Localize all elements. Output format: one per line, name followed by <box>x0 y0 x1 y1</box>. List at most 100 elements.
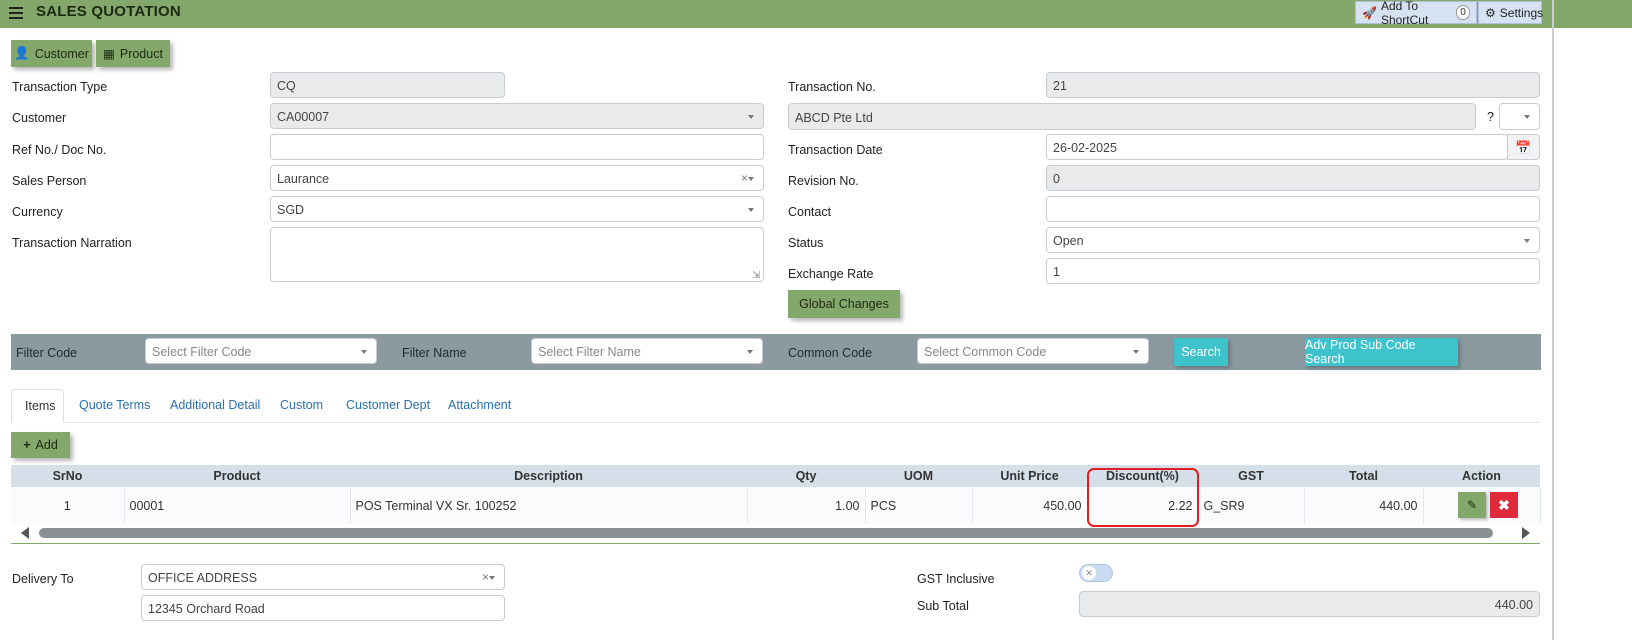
section-divider <box>11 543 1540 544</box>
search-button[interactable]: Search <box>1174 338 1228 366</box>
col-product[interactable]: Product <box>124 465 350 487</box>
tab-additional-detail[interactable]: Additional Detail <box>170 398 260 412</box>
customer-button[interactable]: 👤 Customer <box>11 40 92 67</box>
table-header-row: SrNo Product Description Qty UOM Unit Pr… <box>11 465 1540 487</box>
delete-icon[interactable]: ✖ <box>1490 492 1518 518</box>
page-title: SALES QUOTATION <box>36 3 181 20</box>
tab-items[interactable]: Items <box>11 389 64 423</box>
delivery-to-value: OFFICE ADDRESS <box>148 571 258 585</box>
customer-extra-select[interactable] <box>1499 103 1540 130</box>
filter-name-label: Filter Name <box>402 346 467 360</box>
sales-person-select[interactable]: Laurance × <box>270 165 764 191</box>
user-icon: 👤 <box>14 46 30 60</box>
transaction-date-input[interactable]: 26-02-2025 <box>1046 134 1508 160</box>
exchange-rate-input[interactable]: 1 <box>1046 258 1540 284</box>
col-description[interactable]: Description <box>350 465 747 487</box>
tabs-divider <box>11 422 1540 423</box>
add-to-shortcut-label: Add To ShortCut <box>1380 0 1429 27</box>
revision-no-field: 0 <box>1046 165 1540 191</box>
clear-icon[interactable]: × <box>482 570 489 584</box>
chevron-down-icon <box>748 177 754 181</box>
global-changes-button[interactable]: Global Changes <box>788 290 900 318</box>
filter-code-select[interactable]: Select Filter Code <box>145 338 377 364</box>
tab-attachment[interactable]: Attachment <box>448 398 511 412</box>
filter-name-select[interactable]: Select Filter Name <box>531 338 763 364</box>
exchange-rate-label: Exchange Rate <box>788 267 874 281</box>
hamburger-menu-icon[interactable] <box>9 5 23 19</box>
col-uom[interactable]: UOM <box>865 465 972 487</box>
col-qty[interactable]: Qty <box>747 465 865 487</box>
sub-total-field: 440.00 <box>1079 591 1540 617</box>
delivery-address-field[interactable]: 12345 Orchard Road <box>141 595 505 621</box>
currency-select[interactable]: SGD <box>270 196 764 222</box>
horizontal-scrollbar[interactable] <box>39 528 1493 538</box>
currency-value: SGD <box>277 203 305 217</box>
scroll-left-arrow-icon[interactable] <box>21 527 29 539</box>
add-to-shortcut-button[interactable]: 🚀 Add To ShortCut 0 <box>1355 0 1477 27</box>
discount-highlight-box <box>1087 468 1199 527</box>
tab-items-label: Items <box>25 399 56 413</box>
plus-icon: + <box>23 438 31 452</box>
calendar-icon[interactable]: 📅 <box>1507 134 1540 160</box>
customer-select-value: CA00007 <box>277 110 330 124</box>
col-gst[interactable]: GST <box>1198 465 1304 487</box>
settings-button[interactable]: ⚙ Settings <box>1478 1 1543 24</box>
scroll-right-arrow-icon[interactable] <box>1522 527 1530 539</box>
product-button-label: Product <box>119 46 163 61</box>
items-table: SrNo Product Description Qty UOM Unit Pr… <box>11 465 1541 524</box>
grid-icon: ▦ <box>103 47 115 61</box>
customer-select[interactable]: CA00007 <box>270 103 764 129</box>
cell-srno: 1 <box>11 487 125 524</box>
chevron-down-icon <box>1524 115 1530 119</box>
shortcut-count-badge: 0 <box>1456 5 1470 20</box>
chevron-down-icon <box>747 350 753 354</box>
edit-icon[interactable]: ✎ <box>1458 492 1486 518</box>
chevron-down-icon <box>748 208 754 212</box>
chevron-down-icon <box>489 576 495 580</box>
filter-code-label: Filter Code <box>16 346 78 360</box>
adv-prod-sub-code-search-button[interactable]: Adv Prod Sub Code Search <box>1305 338 1458 366</box>
cell-product: 00001 <box>124 487 351 524</box>
col-unit-price[interactable]: Unit Price <box>972 465 1087 487</box>
tab-custom[interactable]: Custom <box>280 398 323 412</box>
chevron-down-icon <box>361 350 367 354</box>
col-srno[interactable]: SrNo <box>11 465 124 487</box>
ref-no-input[interactable] <box>270 134 764 160</box>
add-item-label: Add <box>35 438 58 452</box>
product-button[interactable]: ▦ Product <box>96 40 170 67</box>
clear-icon[interactable]: × <box>741 171 748 185</box>
page-scrollbar[interactable] <box>1552 0 1554 640</box>
narration-textarea[interactable] <box>270 227 764 282</box>
customer-name-field: ABCD Pte Ltd <box>788 103 1476 130</box>
tab-customer-dept[interactable]: Customer Dept <box>346 398 430 412</box>
tab-quote-terms[interactable]: Quote Terms <box>79 398 150 412</box>
revision-no-label: Revision No. <box>788 174 859 188</box>
contact-label: Contact <box>788 205 832 219</box>
transaction-date-label: Transaction Date <box>788 143 883 157</box>
customer-label: Customer <box>12 111 67 125</box>
status-select[interactable]: Open <box>1046 227 1540 253</box>
status-value: Open <box>1053 234 1084 248</box>
currency-label: Currency <box>12 205 63 219</box>
resize-handle-icon[interactable]: ⇲ <box>752 270 760 281</box>
transaction-no-label: Transaction No. <box>788 80 876 94</box>
add-item-button[interactable]: + Add <box>11 432 70 458</box>
help-question-mark[interactable]: ? <box>1487 110 1494 124</box>
common-code-label: Common Code <box>788 346 873 360</box>
delivery-to-select[interactable]: OFFICE ADDRESS × <box>141 564 505 590</box>
transaction-no-field: 21 <box>1046 72 1540 98</box>
toggle-off-icon: ✕ <box>1082 566 1096 580</box>
gear-icon: ⚙ <box>1485 5 1496 20</box>
delivery-to-label: Delivery To <box>12 572 74 586</box>
customer-button-label: Customer <box>34 46 89 61</box>
common-code-select[interactable]: Select Common Code <box>917 338 1149 364</box>
col-total[interactable]: Total <box>1304 465 1423 487</box>
status-label: Status <box>788 236 824 250</box>
cell-uom: PCS <box>865 487 973 524</box>
gst-inclusive-toggle[interactable]: ✕ <box>1079 564 1113 582</box>
filter-code-placeholder: Select Filter Code <box>152 345 252 359</box>
table-row[interactable]: 1 00001 POS Terminal VX Sr. 100252 1.00 … <box>11 487 1541 524</box>
ref-no-label: Ref No./ Doc No. <box>12 143 107 157</box>
contact-input[interactable] <box>1046 196 1540 222</box>
sales-person-value: Laurance <box>277 172 330 186</box>
